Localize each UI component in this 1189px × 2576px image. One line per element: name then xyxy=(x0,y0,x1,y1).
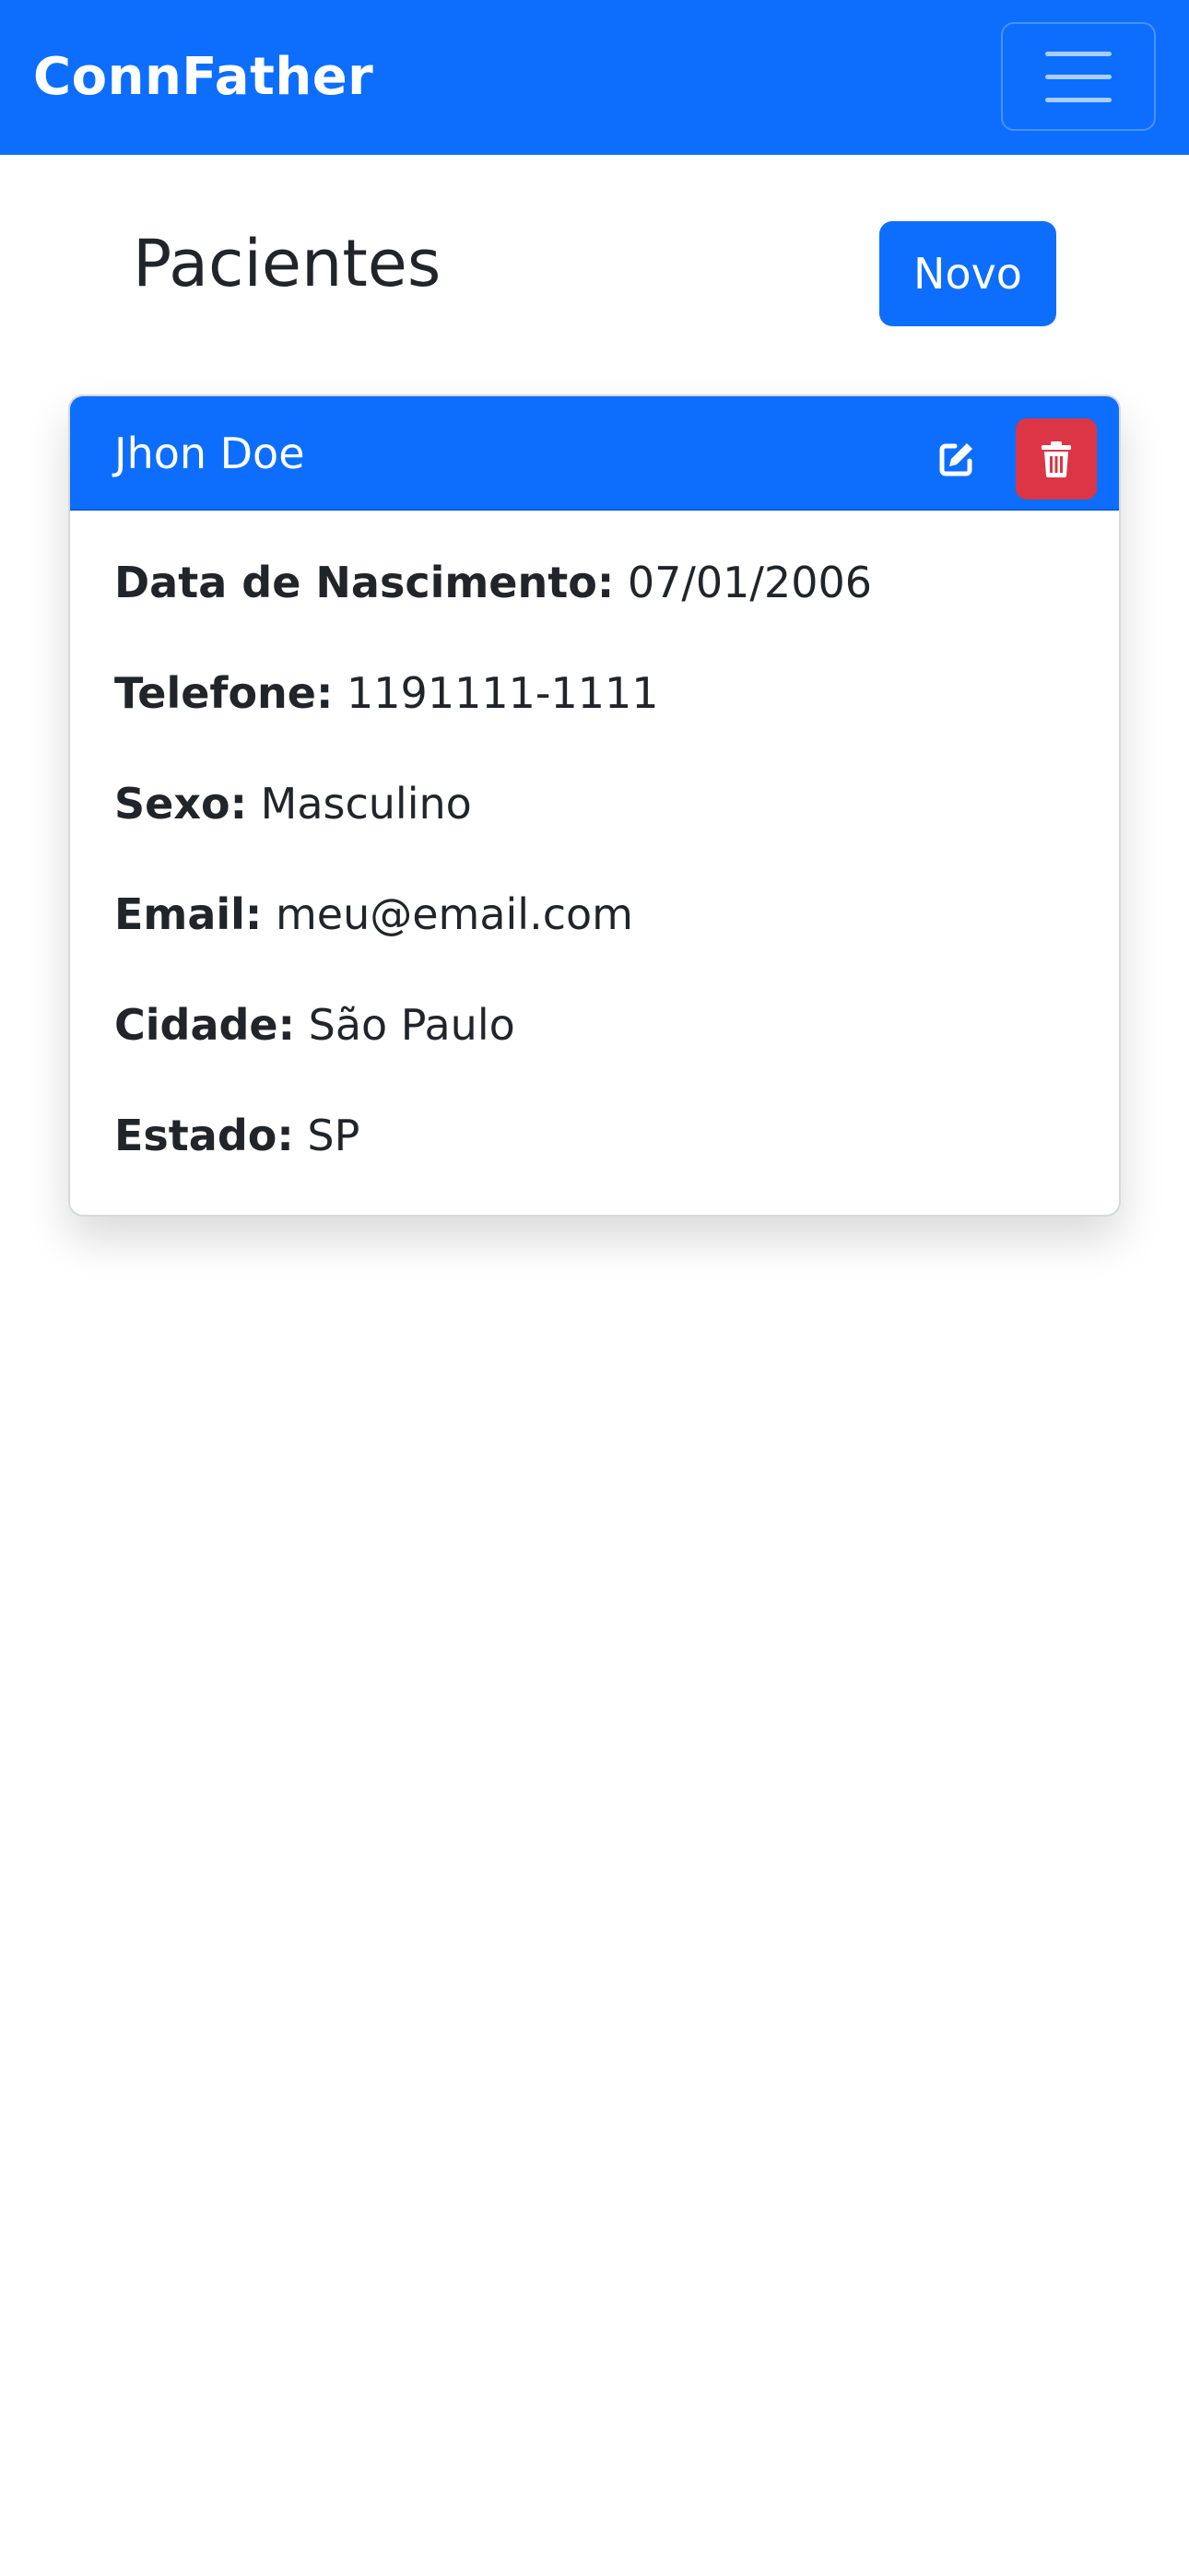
phone-field: Telefone: 1191111-1111 xyxy=(114,665,1073,776)
sex-field: Sexo: Masculino xyxy=(114,776,1073,887)
patient-card-header: Jhon Doe xyxy=(70,396,1119,511)
field-label: Telefone: xyxy=(114,668,334,718)
brand-logo[interactable]: ConnFather xyxy=(33,44,373,111)
page-title: Pacientes xyxy=(133,226,441,301)
field-label: Data de Nascimento: xyxy=(114,558,615,607)
birth-date-field: Data de Nascimento: 07/01/2006 xyxy=(114,555,1073,665)
field-value: 1191111-1111 xyxy=(347,668,659,718)
field-value: São Paulo xyxy=(308,1000,515,1050)
field-value: Masculino xyxy=(260,779,472,829)
navbar: ConnFather xyxy=(0,0,1189,155)
patient-name: Jhon Doe xyxy=(114,429,305,478)
hamburger-icon-line xyxy=(1045,98,1112,102)
edit-patient-button[interactable] xyxy=(916,418,997,500)
field-label: Email: xyxy=(114,889,263,939)
hamburger-icon xyxy=(1045,52,1112,56)
delete-patient-button[interactable] xyxy=(1016,418,1097,500)
new-patient-button[interactable]: Novo xyxy=(879,221,1056,326)
field-label: Sexo: xyxy=(114,779,247,829)
menu-toggle-button[interactable] xyxy=(1001,22,1156,131)
field-value: 07/01/2006 xyxy=(627,558,872,607)
state-field: Estado: SP xyxy=(114,1108,1073,1215)
field-label: Estado: xyxy=(114,1111,294,1160)
trash-icon xyxy=(1042,441,1071,477)
field-value: meu@email.com xyxy=(275,889,633,939)
field-label: Cidade: xyxy=(114,1000,296,1050)
hamburger-icon-line xyxy=(1045,75,1112,79)
city-field: Cidade: São Paulo xyxy=(114,997,1073,1108)
field-value: SP xyxy=(307,1111,360,1160)
patient-card-body: Data de Nascimento: 07/01/2006 Telefone:… xyxy=(114,555,1073,1215)
edit-icon xyxy=(939,443,972,476)
patient-card: Jhon Doe Data de Nascimento: 07/01/2006 xyxy=(68,394,1121,1217)
email-field: Email: meu@email.com xyxy=(114,887,1073,997)
